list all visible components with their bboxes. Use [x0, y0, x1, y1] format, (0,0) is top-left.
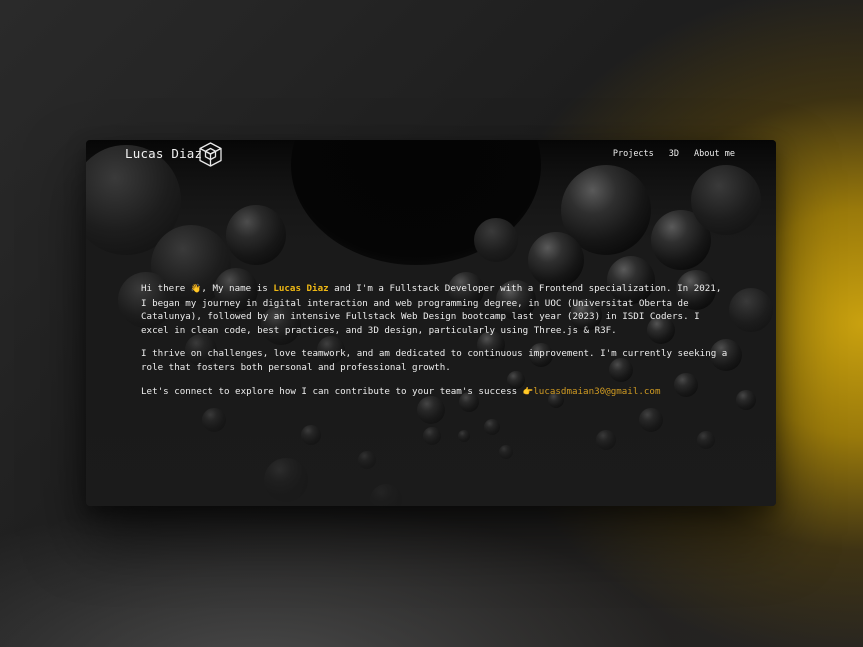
contact-text: Let's connect to explore how I can contr… [141, 385, 523, 397]
growth-paragraph: I thrive on challenges, love teamwork, a… [141, 348, 728, 373]
wave-icon: 👋 [190, 284, 202, 294]
nav-link-projects[interactable]: Projects [613, 149, 654, 160]
intro-text-start: Hi there [141, 283, 191, 294]
portfolio-window: Lucas Diaz Projects 3D About me Hi there… [86, 140, 776, 506]
name-highlight: Lucas Diaz [273, 283, 329, 294]
contact-paragraph: Let's connect to explore how I can contr… [141, 385, 731, 400]
intro-paragraph: Hi there 👋, My name is Lucas Diaz and I'… [141, 282, 731, 337]
top-nav: Lucas Diaz Projects 3D About me [86, 140, 776, 170]
pointing-hand-icon: 👉 [522, 386, 534, 397]
email-link[interactable]: lucasdmaian30@gmail.com [533, 386, 660, 397]
nav-link-about-me[interactable]: About me [694, 149, 735, 160]
brand-name[interactable]: Lucas Diaz [125, 146, 202, 162]
about-section: Hi there 👋, My name is Lucas Diaz and I'… [141, 282, 731, 409]
nav-link-3d[interactable]: 3D [669, 149, 679, 160]
intro-text-name-lead: , My name is [201, 283, 274, 294]
cube-icon[interactable] [198, 141, 223, 168]
nav-links: Projects 3D About me [613, 149, 735, 160]
